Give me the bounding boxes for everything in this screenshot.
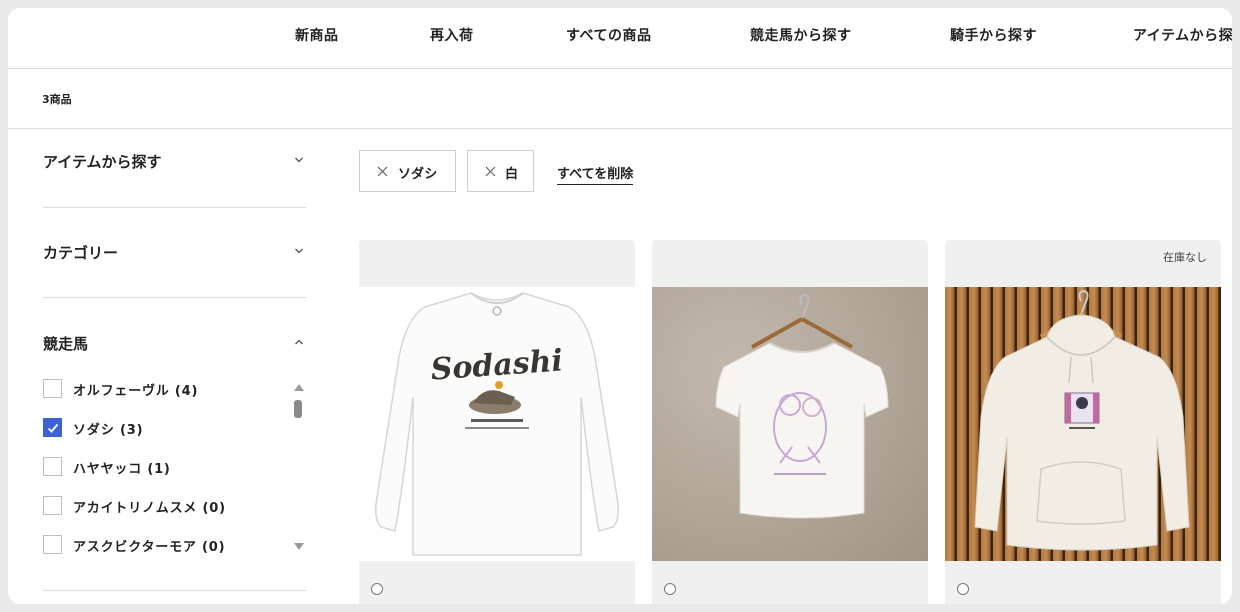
product-card[interactable]: 在庫なし bbox=[945, 240, 1221, 604]
nav-item-search-by-horse[interactable]: 競走馬から探す bbox=[750, 25, 852, 45]
clear-all-filters-link[interactable]: すべてを削除 bbox=[557, 163, 634, 185]
horse-option-akaitorinomusume[interactable]: アカイトリノムスメ (0) bbox=[43, 496, 273, 516]
horse-option-askvictormore[interactable]: アスクビクターモア (0) bbox=[43, 535, 273, 555]
checkbox[interactable] bbox=[43, 457, 62, 476]
chevron-down-icon bbox=[295, 248, 303, 254]
checkbox[interactable] bbox=[43, 535, 62, 554]
out-of-stock-badge: 在庫なし bbox=[1163, 251, 1207, 264]
divider bbox=[8, 128, 1232, 129]
page-frame: 新商品 再入荷 すべての商品 競走馬から探す 騎手から探す アイテムから探す 3… bbox=[8, 8, 1232, 604]
facet-item-type[interactable]: アイテムから探す bbox=[43, 151, 306, 171]
chevron-down-icon bbox=[295, 157, 303, 163]
horse-option-sodashi[interactable]: ソダシ (3) bbox=[43, 418, 273, 438]
result-count: 3商品 bbox=[42, 93, 72, 106]
option-label: ソダシ (3) bbox=[73, 423, 144, 438]
horse-option-hayayakko[interactable]: ハヤヤッコ (1) bbox=[43, 457, 273, 477]
facet-title: アイテムから探す bbox=[43, 153, 162, 171]
option-label: ハヤヤッコ (1) bbox=[73, 462, 171, 477]
top-nav: 新商品 再入荷 すべての商品 競走馬から探す 騎手から探す アイテムから探す bbox=[8, 8, 1232, 69]
divider bbox=[43, 590, 306, 591]
color-swatch-radio[interactable] bbox=[664, 583, 676, 595]
close-icon bbox=[485, 166, 496, 177]
checkbox[interactable] bbox=[43, 418, 62, 437]
checkbox[interactable] bbox=[43, 496, 62, 515]
product-card[interactable]: Sodashi bbox=[359, 240, 635, 604]
horse-option-orfevre[interactable]: オルフェーヴル (4) bbox=[43, 379, 273, 399]
facet-title: 競走馬 bbox=[43, 335, 89, 353]
nav-item-search-by-jockey[interactable]: 騎手から探す bbox=[950, 25, 1037, 45]
nav-item-search-by-item[interactable]: アイテムから探す bbox=[1133, 25, 1232, 45]
facet-title: カテゴリー bbox=[43, 244, 119, 262]
chip-label: ソダシ bbox=[398, 167, 438, 182]
filter-chip-white[interactable]: 白 bbox=[467, 150, 534, 192]
facet-category[interactable]: カテゴリー bbox=[43, 242, 306, 262]
color-swatch-radio[interactable] bbox=[371, 583, 383, 595]
color-swatch-radio[interactable] bbox=[957, 583, 969, 595]
nav-item-all-products[interactable]: すべての商品 bbox=[566, 25, 651, 45]
divider bbox=[43, 207, 306, 208]
option-label: アスクビクターモア (0) bbox=[73, 540, 226, 555]
product-image-hoodie[interactable] bbox=[945, 287, 1221, 561]
scrollbar-thumb[interactable] bbox=[294, 400, 302, 418]
scroll-up-arrow-icon[interactable] bbox=[294, 384, 304, 391]
options-scrollbar[interactable] bbox=[291, 380, 305, 556]
scroll-down-arrow-icon[interactable] bbox=[294, 543, 304, 550]
divider bbox=[43, 297, 306, 298]
facet-horse[interactable]: 競走馬 bbox=[43, 333, 306, 353]
nav-item-restock[interactable]: 再入荷 bbox=[430, 25, 474, 45]
nav-item-new[interactable]: 新商品 bbox=[295, 25, 339, 45]
product-image-longsleeve-tee[interactable]: Sodashi bbox=[359, 287, 635, 561]
chevron-up-icon bbox=[295, 339, 303, 345]
checkbox[interactable] bbox=[43, 379, 62, 398]
chip-label: 白 bbox=[505, 167, 519, 182]
check-icon bbox=[47, 423, 59, 433]
filter-chip-sodashi[interactable]: ソダシ bbox=[359, 150, 456, 192]
option-label: アカイトリノムスメ (0) bbox=[73, 501, 226, 516]
close-icon bbox=[377, 166, 388, 177]
product-card[interactable] bbox=[652, 240, 928, 604]
option-label: オルフェーヴル (4) bbox=[73, 384, 199, 399]
product-image-tshirt[interactable] bbox=[652, 287, 928, 561]
